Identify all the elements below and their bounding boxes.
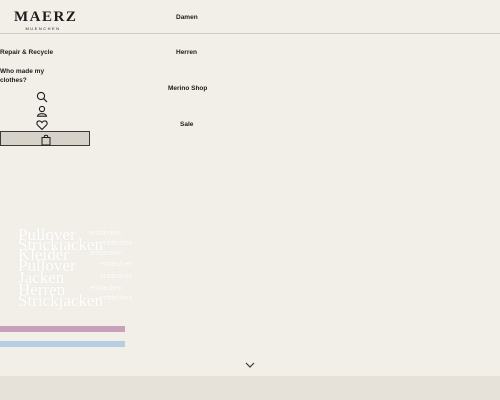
who-made-line-1: Who made my (0, 68, 45, 75)
chevron-down-icon[interactable] (244, 356, 256, 374)
ticker-cta[interactable]: entdecken (100, 273, 132, 281)
brand-name: MAERZ (14, 9, 78, 25)
ticker-cta[interactable]: entdecken (90, 250, 122, 258)
nav-link-merino-shop[interactable]: Merino Shop (168, 84, 207, 93)
nav-link-sale[interactable]: Sale (180, 120, 193, 129)
nav-link-repair-recycle[interactable]: Repair & Recycle (0, 48, 53, 57)
shopping-bag-icon (41, 133, 51, 151)
ticker-word[interactable]: Strickjacken (18, 292, 103, 309)
nav-link-who-made-my-clothes[interactable]: Who made my clothes? (0, 67, 44, 85)
ticker-cta[interactable]: entdecken (100, 295, 132, 303)
nav-link-damen[interactable]: Damen (176, 13, 198, 22)
cart-button[interactable] (0, 131, 90, 146)
ticker-cta[interactable]: entdecken (100, 261, 132, 269)
blue-banner-bar (0, 341, 125, 347)
hero-category-ticker: Pullover entdecken Strickjacken entdecke… (18, 226, 158, 310)
ticker-cta[interactable]: entdecken (100, 240, 132, 248)
wishlist-icon[interactable] (36, 118, 48, 131)
brand-logo[interactable]: MAERZ MUENCHEN (14, 9, 78, 31)
search-icon[interactable] (36, 90, 48, 103)
pink-banner-bar (0, 326, 125, 332)
footer-band (0, 376, 500, 400)
account-icon[interactable] (36, 104, 48, 117)
who-made-line-2: clothes? (0, 77, 27, 84)
header-divider (0, 33, 500, 34)
nav-link-herren[interactable]: Herren (176, 48, 197, 57)
brand-subtitle: MUENCHEN (25, 26, 61, 31)
